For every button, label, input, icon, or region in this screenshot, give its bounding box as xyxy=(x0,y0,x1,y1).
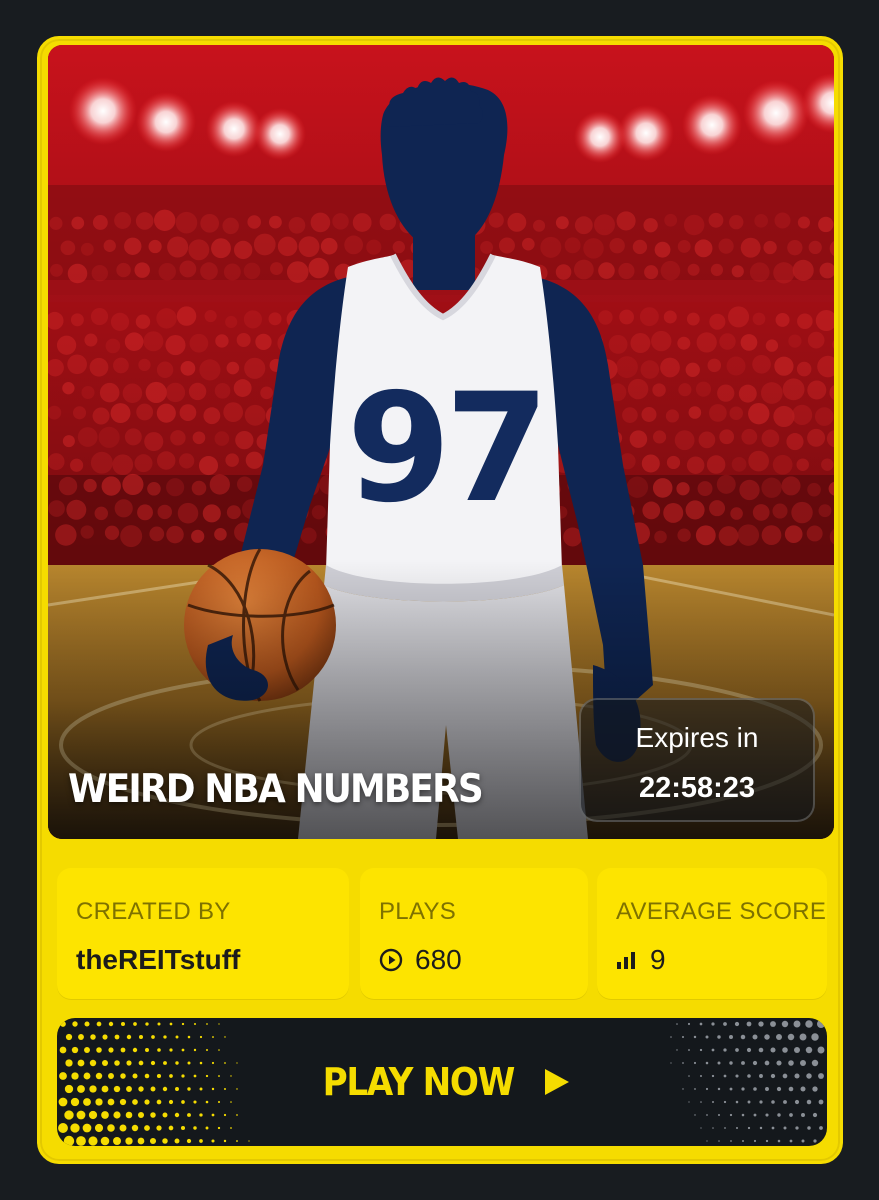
plays-count: 680 xyxy=(415,944,462,975)
creator-name[interactable]: theREITstuff xyxy=(76,944,240,976)
stat-label: CREATED BY xyxy=(76,898,231,925)
expires-timer-badge: Expires in 22:58:23 xyxy=(579,698,815,822)
expires-label: Expires in xyxy=(635,722,759,753)
stat-label: PLAYS xyxy=(379,898,457,925)
plays-value-row: 680 xyxy=(379,944,462,976)
creator-name-text[interactable]: theREITstuff xyxy=(76,944,240,976)
quiz-title: WEIRD NBA NUMBERS xyxy=(68,767,484,812)
bar-chart-icon xyxy=(616,950,638,970)
average-score-value-row: 9 xyxy=(616,944,666,976)
play-now-label[interactable]: PLAY NOW xyxy=(322,1060,515,1104)
expires-countdown: 22:58:23 xyxy=(638,772,756,804)
hero-image: 97 WEIRD NBA NUMBERS Expires in 22:58:23 xyxy=(48,45,834,839)
play-now-button[interactable]: PLAY NOW xyxy=(57,1018,827,1146)
stat-average-score: AVERAGE SCORE 9 xyxy=(597,868,827,999)
stat-created-by: CREATED BY theREITstuff xyxy=(57,868,349,999)
play-now-label-row[interactable]: PLAY NOW xyxy=(57,1018,827,1146)
play-arrow-icon[interactable] xyxy=(542,1066,572,1098)
play-circle-icon xyxy=(379,948,403,972)
average-score: 9 xyxy=(650,944,666,975)
stat-label: AVERAGE SCORE xyxy=(616,898,827,925)
stat-plays: PLAYS 680 xyxy=(360,868,588,999)
quiz-card[interactable]: 97 WEIRD NBA NUMBERS Expires in 22:58:23… xyxy=(37,36,843,1164)
